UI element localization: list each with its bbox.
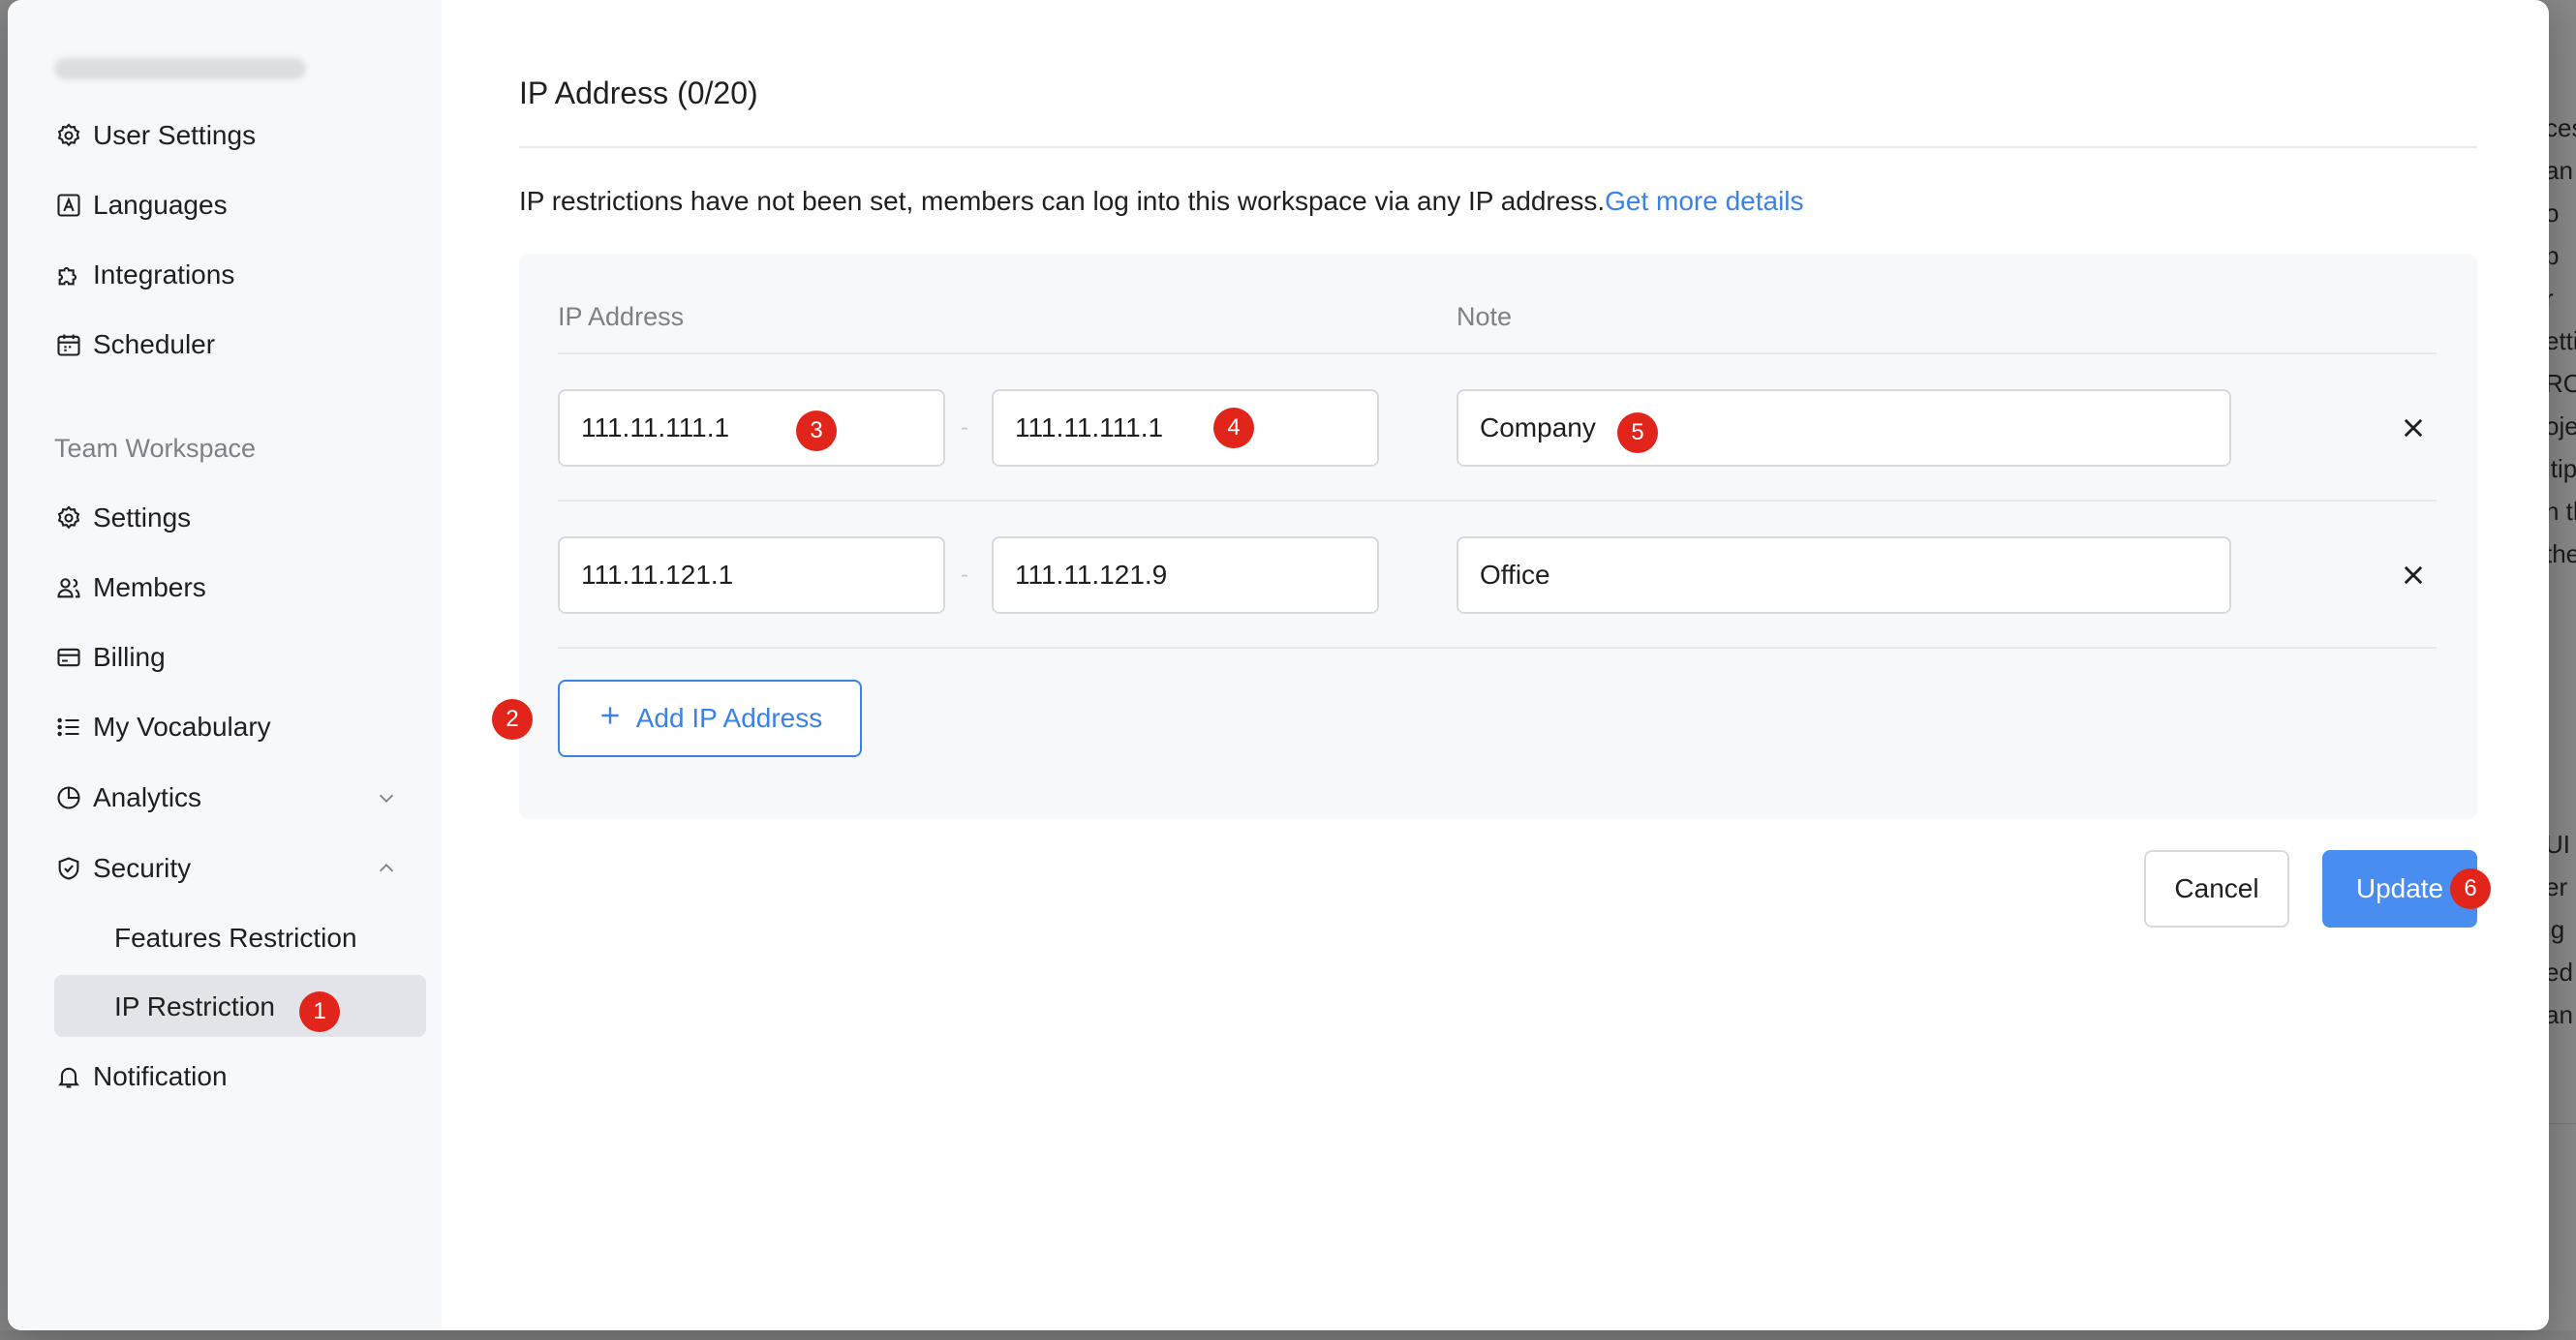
sidebar-item-label: Security	[93, 853, 192, 883]
sidebar-item-scheduler[interactable]: Scheduler	[54, 315, 215, 375]
sidebar-item-label: Languages	[93, 190, 228, 220]
puzzle-icon	[54, 260, 83, 289]
close-icon[interactable]	[2394, 409, 2433, 447]
gear-icon	[54, 121, 83, 150]
bell-icon	[54, 1062, 83, 1091]
range-separator: -	[961, 414, 968, 441]
sidebar-item-label: Analytics	[93, 782, 202, 812]
row-divider	[558, 500, 2437, 502]
sidebar-subitem-features-restriction[interactable]: Features Restriction	[114, 908, 357, 968]
column-header-note: Note	[1457, 302, 1513, 331]
page-title: IP Address (0/20)	[519, 76, 758, 110]
info-text: IP restrictions have not been set, membe…	[519, 186, 1606, 216]
get-more-details-link[interactable]: Get more details	[1605, 186, 1803, 216]
add-ip-address-button[interactable]: Add IP Address	[558, 680, 862, 757]
sidebar-item-label: My Vocabulary	[93, 712, 271, 742]
sidebar-item-label: Notification	[93, 1061, 228, 1091]
step-badge-1: 1	[299, 991, 340, 1032]
plus-icon	[598, 703, 623, 735]
sidebar-subitem-label: IP Restriction	[114, 991, 275, 1021]
sidebar-item-billing[interactable]: Billing	[54, 627, 166, 687]
shield-icon	[54, 854, 83, 883]
ip-table-panel: IP Address Note 111.11.111.1 3 - 111.11.…	[519, 254, 2477, 819]
sidebar-item-my-vocabulary[interactable]: My Vocabulary	[54, 697, 271, 757]
sidebar-item-integrations[interactable]: Integrations	[54, 245, 234, 305]
list-icon	[54, 713, 83, 742]
language-icon	[54, 191, 83, 220]
settings-modal: User Settings Languages Integrations Sch…	[8, 0, 2549, 1330]
users-icon	[54, 573, 83, 602]
cancel-button[interactable]: Cancel	[2144, 850, 2289, 928]
chevron-down-icon[interactable]	[372, 783, 401, 812]
sidebar-item-security[interactable]: Security	[54, 838, 191, 898]
range-separator: -	[961, 562, 968, 588]
step-badge-4: 4	[1213, 408, 1254, 448]
sidebar-item-user-settings[interactable]: User Settings	[54, 106, 256, 166]
card-icon	[54, 643, 83, 672]
ip-start-value: 111.11.121.1	[581, 560, 734, 590]
sidebar-item-analytics[interactable]: Analytics	[54, 768, 201, 828]
step-badge-5: 5	[1617, 412, 1658, 453]
gear-icon	[54, 503, 83, 533]
title-divider	[519, 146, 2477, 148]
account-email-blurred	[54, 58, 306, 79]
add-ip-address-label: Add IP Address	[635, 703, 823, 733]
sidebar-item-label: Settings	[93, 502, 192, 533]
sidebar-item-label: Integrations	[93, 259, 235, 289]
ip-start-value: 111.11.111.1	[581, 412, 730, 442]
sidebar-item-languages[interactable]: Languages	[54, 175, 228, 235]
column-header-ip: IP Address	[558, 302, 685, 331]
sidebar-item-members[interactable]: Members	[54, 558, 206, 618]
calendar-icon	[54, 330, 83, 359]
ip-end-value: 111.11.111.1	[1015, 412, 1164, 442]
sidebar-subitem-label: Features Restriction	[114, 923, 357, 953]
step-badge-6: 6	[2450, 868, 2491, 909]
row-divider	[558, 647, 2437, 649]
header-divider	[558, 352, 2437, 354]
sidebar-item-notification[interactable]: Notification	[54, 1047, 228, 1107]
close-icon[interactable]	[2394, 556, 2433, 594]
sidebar-item-label: Billing	[93, 642, 166, 672]
chevron-up-icon[interactable]	[372, 854, 401, 883]
note-input[interactable]: Company	[1457, 389, 2231, 467]
sidebar-item-settings[interactable]: Settings	[54, 488, 191, 548]
sidebar-section-title: Team Workspace	[54, 434, 257, 463]
ip-start-input[interactable]: 111.11.111.1	[558, 389, 945, 467]
note-input[interactable]: Office	[1457, 536, 2231, 614]
sidebar-subitem-ip-restriction-label: IP Restriction	[114, 977, 275, 1037]
step-badge-3: 3	[796, 411, 837, 451]
sidebar-item-label: Scheduler	[93, 329, 216, 359]
note-value: Office	[1480, 560, 1550, 590]
ip-end-input[interactable]: 111.11.121.9	[992, 536, 1379, 614]
note-value: Company	[1480, 412, 1596, 442]
ip-start-input[interactable]: 111.11.121.1	[558, 536, 945, 614]
sidebar-item-label: Members	[93, 572, 206, 602]
ip-end-value: 111.11.121.9	[1015, 560, 1168, 590]
pie-chart-icon	[54, 783, 83, 812]
settings-sidebar: User Settings Languages Integrations Sch…	[8, 0, 442, 1330]
step-badge-2: 2	[492, 699, 533, 740]
ip-end-input[interactable]: 111.11.111.1	[992, 389, 1379, 467]
sidebar-item-label: User Settings	[93, 120, 257, 150]
info-message: IP restrictions have not been set, membe…	[519, 186, 1804, 217]
